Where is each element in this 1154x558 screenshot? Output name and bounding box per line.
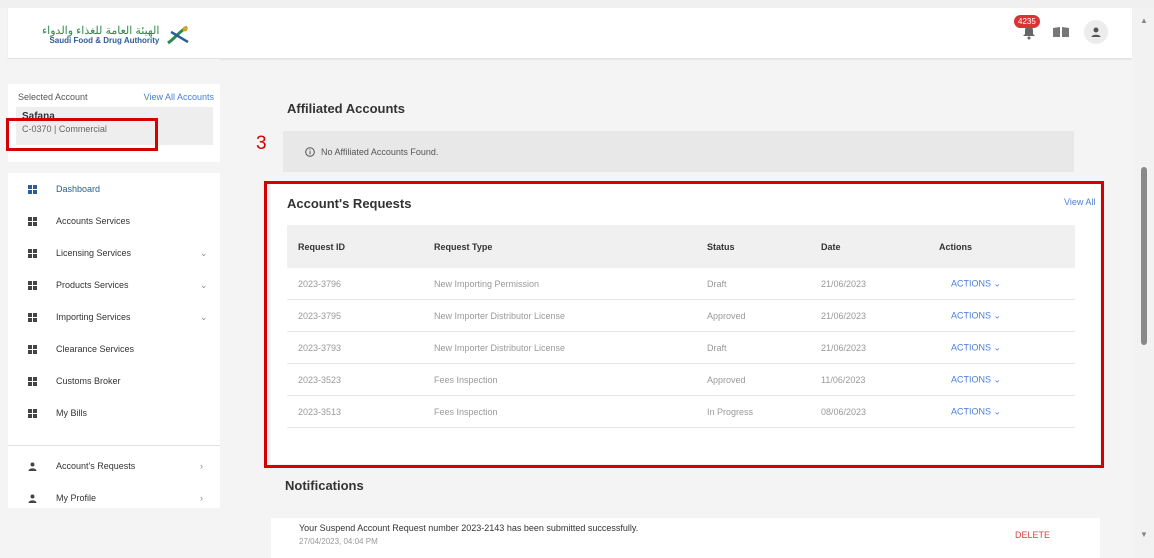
affiliated-empty-state: No Affiliated Accounts Found. — [283, 131, 1074, 172]
sidebar-item-label: Products Services — [56, 280, 129, 290]
scroll-up-arrow-icon[interactable]: ▲ — [1140, 16, 1148, 25]
sidebar-nav: Dashboard Accounts Services Licensing Se… — [8, 173, 220, 508]
affiliated-accounts-title: Affiliated Accounts — [287, 101, 405, 116]
selected-account-label: Selected Account — [18, 92, 88, 102]
sidebar-item-importing-services[interactable]: Importing Services ⌄ — [8, 301, 220, 333]
notification-count-badge: 4235 — [1014, 15, 1040, 28]
sidebar-item-my-bills[interactable]: My Bills — [8, 397, 220, 429]
sidebar-item-my-profile[interactable]: My Profile › — [8, 482, 220, 514]
sidebar-item-licensing-services[interactable]: Licensing Services ⌄ — [8, 237, 220, 269]
sidebar-item-clearance-services[interactable]: Clearance Services — [8, 333, 220, 365]
sidebar-item-label: Accounts Services — [56, 216, 131, 226]
scrollbar-thumb[interactable] — [1141, 167, 1147, 345]
logo-english-text: Saudi Food & Drug Authority — [49, 35, 160, 45]
grid-icon — [28, 344, 37, 354]
sidebar-item-dashboard[interactable]: Dashboard — [8, 173, 220, 205]
notifications-title: Notifications — [285, 478, 364, 493]
chevron-right-icon[interactable]: › — [200, 493, 203, 503]
sidebar-item-customs-broker[interactable]: Customs Broker — [8, 365, 220, 397]
sidebar-item-label: Importing Services — [56, 312, 131, 322]
grid-icon — [28, 312, 37, 322]
step-number-annotation: 3 — [256, 133, 267, 154]
sidebar-item-label: Licensing Services — [56, 248, 132, 258]
sidebar-item-label: Account's Requests — [56, 461, 136, 471]
top-strip — [0, 0, 1154, 8]
grid-icon — [28, 376, 37, 386]
sidebar-item-label: My Bills — [56, 408, 87, 418]
notifications-bell[interactable]: 4235 — [1014, 15, 1040, 41]
dashboard-icon — [28, 184, 37, 194]
grid-icon — [28, 248, 37, 258]
delete-notification-button[interactable]: DELETE — [1015, 530, 1050, 540]
grid-icon — [28, 408, 37, 418]
user-icon — [28, 494, 37, 503]
app-header: الهيئة العامة للغذاء والدواء Saudi Food … — [8, 8, 1132, 59]
user-icon — [1091, 27, 1101, 37]
sidebar-item-accounts-services[interactable]: Accounts Services — [8, 205, 220, 237]
page-scrollbar[interactable]: ▲ ▼ — [1134, 8, 1154, 558]
sfda-logo-icon — [167, 25, 189, 45]
grid-icon — [28, 280, 37, 290]
sidebar-item-label: Clearance Services — [56, 344, 135, 354]
sidebar-item-label: My Profile — [56, 493, 97, 503]
info-icon — [305, 146, 315, 157]
view-all-accounts-link[interactable]: View All Accounts — [144, 92, 214, 102]
notification-item: Your Suspend Account Request number 2023… — [271, 518, 1100, 558]
chevron-down-icon[interactable]: ⌄ — [200, 280, 208, 291]
notification-time: 27/04/2023, 04:04 PM — [299, 537, 378, 546]
sidebar-item-products-services[interactable]: Products Services ⌄ — [8, 269, 220, 301]
sfda-logo[interactable]: الهيئة العامة للغذاء والدواء Saudi Food … — [42, 24, 191, 46]
sidebar-item-accounts-requests[interactable]: Account's Requests › — [8, 450, 220, 482]
user-icon — [28, 462, 37, 471]
sidebar-item-label: Dashboard — [56, 184, 101, 194]
affiliated-empty-text: No Affiliated Accounts Found. — [321, 146, 439, 157]
scroll-down-arrow-icon[interactable]: ▼ — [1140, 530, 1148, 539]
sidebar-item-label: Customs Broker — [56, 376, 121, 386]
user-avatar[interactable] — [1084, 20, 1108, 44]
grid-icon — [28, 216, 37, 226]
language-switch-icon[interactable] — [1052, 25, 1070, 39]
chevron-down-icon[interactable]: ⌄ — [200, 312, 208, 323]
chevron-down-icon[interactable]: ⌄ — [200, 248, 208, 259]
logo-arabic-text: الهيئة العامة للغذاء والدواء — [42, 24, 160, 37]
notification-text: Your Suspend Account Request number 2023… — [299, 523, 639, 533]
chevron-right-icon[interactable]: › — [200, 461, 203, 471]
requests-highlight-box — [264, 181, 1104, 468]
main-content: Affiliated Accounts 3 No Affiliated Acco… — [221, 59, 1132, 558]
sidebar-divider — [8, 445, 220, 446]
dashboard-highlight-box — [6, 118, 158, 151]
